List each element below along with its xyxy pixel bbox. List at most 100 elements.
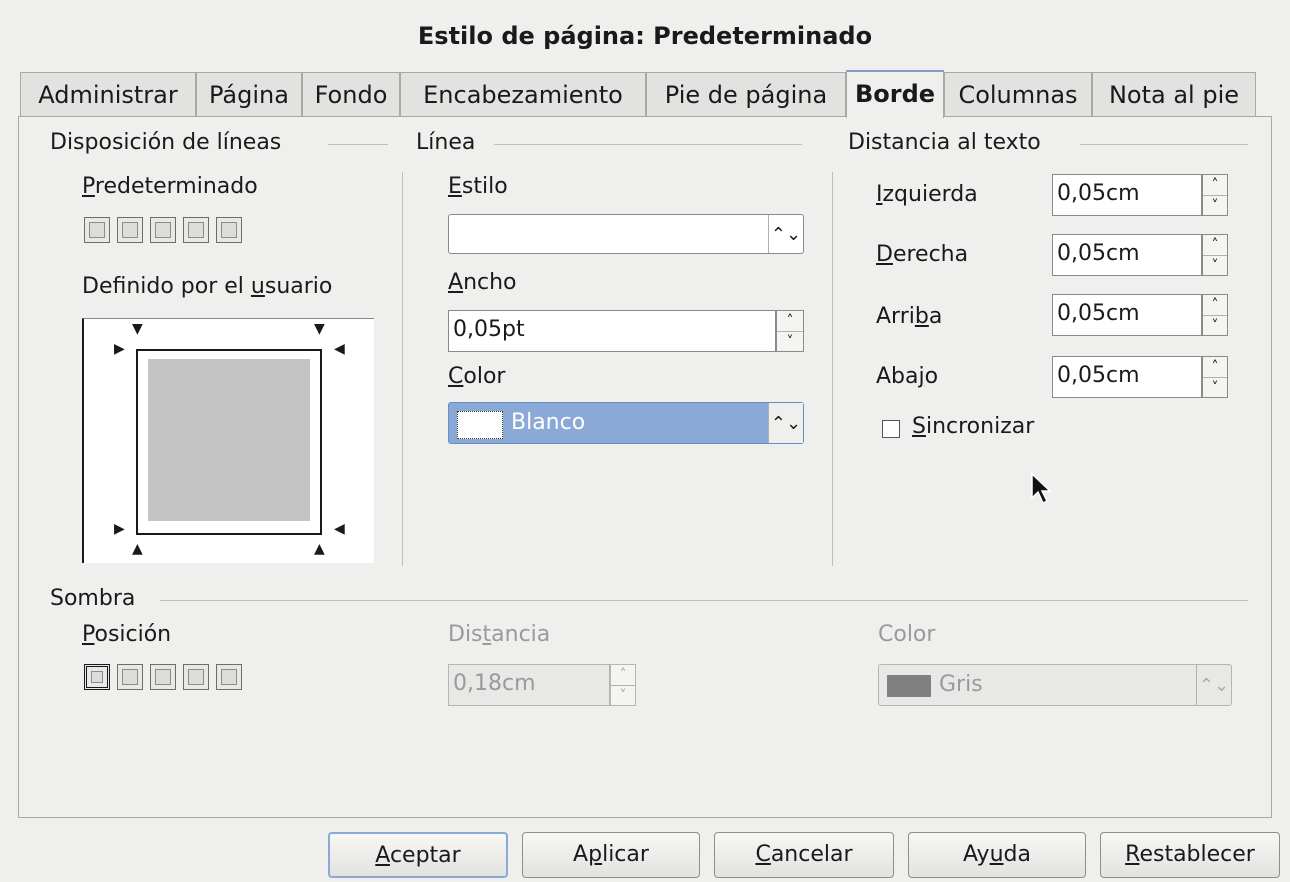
tab-columnas[interactable]: Columnas [944, 72, 1092, 116]
preset-left-right[interactable] [183, 217, 209, 243]
spin-up-icon[interactable]: ˄ [1203, 295, 1227, 315]
color-select[interactable]: Blanco ⌃⌄ [448, 402, 804, 444]
shadow-top-left[interactable] [216, 664, 242, 690]
help-button[interactable]: Ayuda [908, 832, 1086, 878]
section-divider [160, 600, 1248, 601]
arrow-down-icon: ▼ [314, 321, 325, 337]
tab-borde[interactable]: Borde [846, 70, 944, 118]
cancel-button-text: ancelar [770, 842, 853, 867]
tab-administrar[interactable]: Administrar [20, 72, 196, 116]
arrow-up-icon: ▲ [132, 541, 143, 557]
spacing-heading: Distancia al texto [848, 130, 1041, 155]
spin-up-icon[interactable]: ˄ [611, 665, 635, 685]
spin-up-icon[interactable]: ˄ [777, 311, 803, 331]
preview-content-area [148, 359, 310, 521]
width-label: Ancho [448, 270, 517, 295]
bottom-spacing-input[interactable]: 0,05cm [1052, 356, 1202, 398]
cancel-button[interactable]: Cancelar [714, 832, 894, 878]
spin-up-icon[interactable]: ˄ [1203, 235, 1227, 255]
left-spacing-input[interactable]: 0,05cm [1052, 174, 1202, 216]
shadow-distance-spinner[interactable]: ˄ ˅ [610, 664, 636, 706]
mnemonic: C [755, 842, 771, 867]
shadow-none[interactable] [84, 664, 110, 690]
section-separator [832, 172, 833, 566]
arrow-right-icon: ▶ [114, 341, 125, 357]
shadow-top-right[interactable] [150, 664, 176, 690]
mnemonic: D [876, 242, 893, 267]
tab-fondo[interactable]: Fondo [302, 72, 400, 116]
shadow-distance-label: Distancia [448, 622, 551, 647]
reset-button-text: establecer [1139, 842, 1255, 867]
color-label: Color [448, 364, 505, 389]
spin-down-icon[interactable]: ˅ [611, 685, 635, 706]
spin-up-icon[interactable]: ˄ [1203, 357, 1227, 377]
top-spacing-input[interactable]: 0,05cm [1052, 294, 1202, 336]
border-preview[interactable]: ▼ ▼ ▶ ◀ ▶ ◀ ▲ ▲ [82, 318, 374, 563]
right-label: Derecha [876, 242, 968, 267]
updown-chevron-icon: ⌃⌄ [768, 403, 803, 443]
mnemonic: E [448, 174, 462, 199]
arrow-right-icon: ▶ [114, 521, 125, 537]
line-arrangement-heading: Disposición de líneas [50, 130, 282, 155]
arrow-down-icon: ▼ [132, 321, 143, 337]
mnemonic: A [448, 270, 464, 295]
line-heading: Línea [416, 130, 476, 155]
tab-nota-al-pie[interactable]: Nota al pie [1092, 72, 1256, 116]
sync-label-text: incronizar [925, 414, 1035, 439]
preset-none[interactable] [84, 217, 110, 243]
updown-chevron-icon: ⌃⌄ [1196, 665, 1231, 705]
shadow-position-presets [84, 664, 249, 694]
color-select-value: Blanco [511, 410, 586, 435]
preset-top-bottom[interactable] [216, 217, 242, 243]
user-defined-label: Definido por el usuario [82, 274, 333, 299]
ok-button-text: ceptar [389, 843, 461, 868]
spin-down-icon[interactable]: ˅ [1203, 255, 1227, 276]
shadow-color-select[interactable]: Gris ⌃⌄ [878, 664, 1232, 706]
spin-up-icon[interactable]: ˄ [1203, 175, 1227, 195]
reset-button[interactable]: Restablecer [1100, 832, 1280, 878]
color-label-text: olor [463, 364, 506, 389]
sync-checkbox[interactable] [882, 420, 900, 438]
width-label-text: ncho [463, 270, 517, 295]
arrow-left-icon: ◀ [334, 341, 345, 357]
sync-label[interactable]: Sincronizar [912, 414, 1034, 439]
top-spacing-spinner[interactable]: ˄ ˅ [1202, 294, 1228, 336]
tab-encabezamiento[interactable]: Encabezamiento [400, 72, 646, 116]
spin-down-icon[interactable]: ˅ [1203, 315, 1227, 336]
right-spacing-input[interactable]: 0,05cm [1052, 234, 1202, 276]
section-divider [1080, 144, 1248, 145]
shadow-color-value: Gris [939, 672, 983, 697]
bottom-label: Abajo [876, 364, 939, 389]
spin-down-icon[interactable]: ˅ [777, 331, 803, 352]
default-presets [84, 217, 249, 247]
dialog-title: Estilo de página: Predeterminado [417, 22, 873, 50]
arrow-up-icon: ▲ [314, 541, 325, 557]
preset-box-inner[interactable] [150, 217, 176, 243]
width-input[interactable]: 0,05pt [448, 310, 776, 352]
shadow-bottom-left[interactable] [183, 664, 209, 690]
width-spinner[interactable]: ˄ ˅ [776, 310, 804, 352]
shadow-bottom-right[interactable] [117, 664, 143, 690]
tab-pie-de-pagina[interactable]: Pie de página [646, 72, 846, 116]
section-divider [494, 144, 802, 145]
bottom-spacing-spinner[interactable]: ˄ ˅ [1202, 356, 1228, 398]
shadow-distance-input[interactable]: 0,18cm [448, 664, 610, 706]
right-spacing-spinner[interactable]: ˄ ˅ [1202, 234, 1228, 276]
spin-down-icon[interactable]: ˅ [1203, 377, 1227, 398]
right-label-text: erecha [892, 242, 969, 267]
left-spacing-spinner[interactable]: ˄ ˅ [1202, 174, 1228, 216]
shadow-heading: Sombra [50, 586, 136, 611]
tab-pagina[interactable]: Página [196, 72, 302, 116]
section-divider [328, 144, 388, 145]
mnemonic: P [82, 622, 95, 647]
apply-button[interactable]: Aplicar [522, 832, 700, 878]
updown-chevron-icon: ⌃⌄ [768, 215, 803, 253]
spin-down-icon[interactable]: ˅ [1203, 195, 1227, 216]
preset-box[interactable] [117, 217, 143, 243]
mnemonic: S [912, 414, 926, 439]
shadow-color-swatch [887, 675, 931, 697]
mnemonic: P [82, 174, 95, 199]
default-presets-label-text: redeterminado [94, 174, 258, 199]
style-select[interactable]: ⌃⌄ [448, 214, 804, 254]
ok-button[interactable]: Aceptar [328, 832, 508, 878]
